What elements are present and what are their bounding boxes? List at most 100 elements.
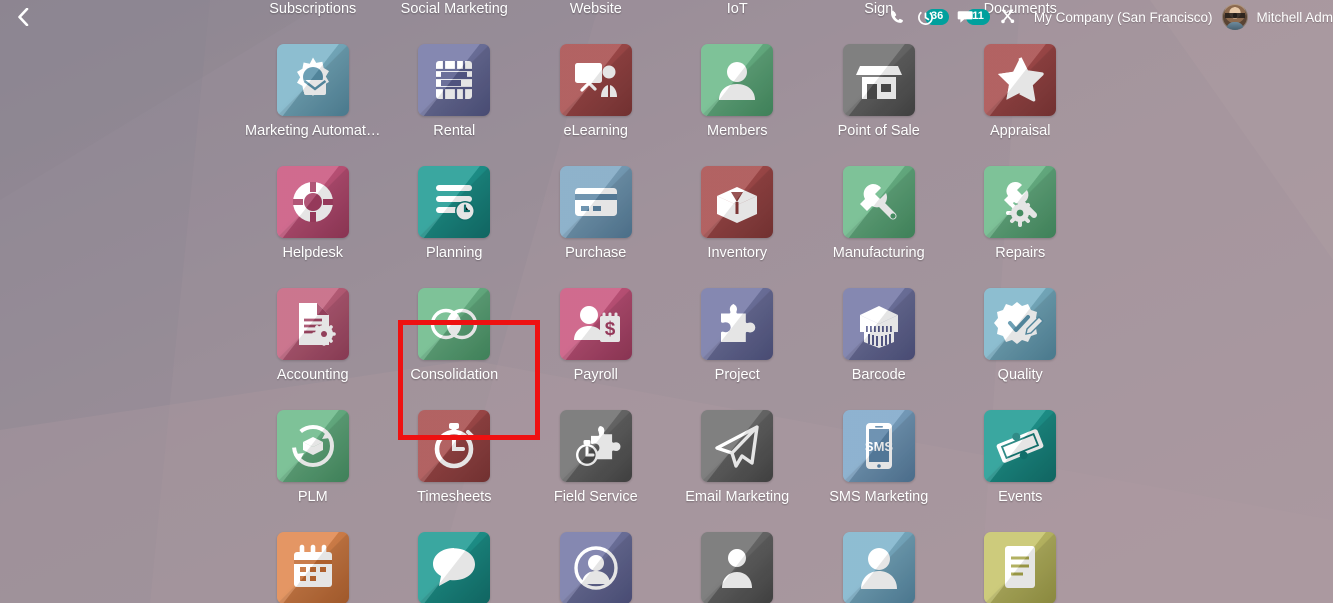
- back-button[interactable]: [8, 2, 38, 32]
- app-label: Field Service: [553, 489, 638, 505]
- app-label: Repairs: [995, 245, 1046, 261]
- events-icon[interactable]: [984, 410, 1057, 482]
- contacts-icon[interactable]: [559, 532, 632, 603]
- app-label: Rental: [433, 123, 476, 139]
- timesheets-icon[interactable]: [418, 410, 491, 482]
- settings-menu[interactable]: [994, 0, 1026, 34]
- app-label: Members: [707, 123, 768, 139]
- marketing-automation-icon[interactable]: [276, 44, 349, 116]
- app-label: Appraisal: [990, 123, 1051, 139]
- consolidation-icon[interactable]: [418, 288, 491, 360]
- company-switcher[interactable]: My Company (San Francisco): [1026, 10, 1223, 25]
- app-label: Email Marketing: [685, 489, 790, 505]
- app-label: Project: [714, 367, 760, 383]
- recruitment-icon[interactable]: [842, 532, 915, 603]
- app-email-marketing[interactable]: Email Marketing: [667, 410, 809, 532]
- inventory-icon[interactable]: [701, 166, 774, 238]
- app-manufacturing[interactable]: Manufacturing: [808, 166, 950, 288]
- helpdesk-icon[interactable]: [276, 166, 349, 238]
- app-barcode[interactable]: Barcode: [808, 288, 950, 410]
- app-planning[interactable]: Planning: [384, 166, 526, 288]
- phone-button[interactable]: [881, 0, 913, 34]
- app-label: Marketing Automat…: [245, 123, 381, 139]
- app-plm[interactable]: PLM: [242, 410, 384, 532]
- app-discuss[interactable]: Discuss: [384, 532, 526, 603]
- app-label: Purchase: [565, 245, 627, 261]
- app-label: Manufacturing: [832, 245, 925, 261]
- plm-icon[interactable]: [276, 410, 349, 482]
- app-surveys[interactable]: Surveys: [950, 532, 1092, 603]
- user-menu[interactable]: Mitchell Adm: [1222, 4, 1333, 30]
- discuss-icon[interactable]: [418, 532, 491, 603]
- members-icon[interactable]: [701, 44, 774, 116]
- app-timesheets[interactable]: Timesheets: [384, 410, 526, 532]
- app-events[interactable]: Events: [950, 410, 1092, 532]
- surveys-icon[interactable]: [984, 532, 1057, 603]
- app-label: SMS Marketing: [829, 489, 929, 505]
- app-helpdesk[interactable]: Helpdesk: [242, 166, 384, 288]
- rental-icon[interactable]: [418, 44, 491, 116]
- avatar: [1222, 4, 1249, 30]
- purchase-icon[interactable]: [559, 166, 632, 238]
- messages-menu[interactable]: 11: [953, 0, 994, 34]
- app-label: Accounting: [276, 367, 349, 383]
- quality-icon[interactable]: [984, 288, 1057, 360]
- tools-icon: [1001, 9, 1015, 23]
- app-label: Timesheets: [417, 489, 492, 505]
- app-label: Point of Sale: [837, 123, 920, 139]
- chevron-left-icon: [18, 8, 29, 26]
- app-appraisal[interactable]: Appraisal: [950, 44, 1092, 166]
- manufacturing-icon[interactable]: [842, 166, 915, 238]
- user-name-label: Mitchell Adm: [1256, 9, 1333, 25]
- payroll-icon[interactable]: $: [559, 288, 632, 360]
- app-employees[interactable]: Employees: [667, 532, 809, 603]
- app-label: Planning: [426, 245, 483, 261]
- topbar-right-group: 36 11 My Company (San Francisco) Mitchel…: [881, 0, 1333, 34]
- app-repairs[interactable]: Repairs: [950, 166, 1092, 288]
- app-project[interactable]: Project: [667, 288, 809, 410]
- app-label: Payroll: [573, 367, 618, 383]
- app-quality[interactable]: Quality: [950, 288, 1092, 410]
- app-label: Quality: [997, 367, 1043, 383]
- app-payroll[interactable]: $ Payroll: [525, 288, 667, 410]
- app-inventory[interactable]: Inventory: [667, 166, 809, 288]
- app-sms-marketing[interactable]: SMS SMS Marketing: [808, 410, 950, 532]
- employees-icon[interactable]: [701, 532, 774, 603]
- app-calendar[interactable]: Calendar: [242, 532, 384, 603]
- field-service-icon[interactable]: [559, 410, 632, 482]
- repairs-icon[interactable]: [984, 166, 1057, 238]
- calendar-icon[interactable]: [276, 532, 349, 603]
- app-consolidation[interactable]: Consolidation: [384, 288, 526, 410]
- app-label: eLearning: [563, 123, 629, 139]
- app-field-service[interactable]: Field Service: [525, 410, 667, 532]
- email-marketing-icon[interactable]: [701, 410, 774, 482]
- app-point-of-sale[interactable]: Point of Sale: [808, 44, 950, 166]
- project-icon[interactable]: [701, 288, 774, 360]
- app-purchase[interactable]: Purchase: [525, 166, 667, 288]
- sms-marketing-icon[interactable]: SMS: [842, 410, 915, 482]
- clock-icon: [917, 9, 934, 26]
- barcode-icon[interactable]: [842, 288, 915, 360]
- chat-bubble-icon: [957, 9, 975, 26]
- svg-text:SMS: SMS: [865, 439, 894, 454]
- app-grid: Subscriptions Social Marketing Website IoT S…: [242, 0, 1102, 603]
- app-members[interactable]: Members: [667, 44, 809, 166]
- app-label: PLM: [297, 489, 328, 505]
- app-label: Events: [998, 489, 1043, 505]
- planning-icon[interactable]: [418, 166, 491, 238]
- top-navbar: 36 11 My Company (San Francisco) Mitchel…: [0, 0, 1333, 34]
- app-contacts[interactable]: Contacts: [525, 532, 667, 603]
- app-label: Inventory: [707, 245, 768, 261]
- activities-menu[interactable]: 36: [913, 0, 953, 34]
- app-marketing-automat[interactable]: Marketing Automat…: [242, 44, 384, 166]
- app-elearning[interactable]: eLearning: [525, 44, 667, 166]
- app-accounting[interactable]: Accounting: [242, 288, 384, 410]
- app-label: Helpdesk: [282, 245, 343, 261]
- app-label: Consolidation: [410, 367, 499, 383]
- elearning-icon[interactable]: [559, 44, 632, 116]
- app-rental[interactable]: Rental: [384, 44, 526, 166]
- appraisal-icon[interactable]: [984, 44, 1057, 116]
- app-recruitment[interactable]: Recruitment: [808, 532, 950, 603]
- accounting-icon[interactable]: [276, 288, 349, 360]
- point-of-sale-icon[interactable]: [842, 44, 915, 116]
